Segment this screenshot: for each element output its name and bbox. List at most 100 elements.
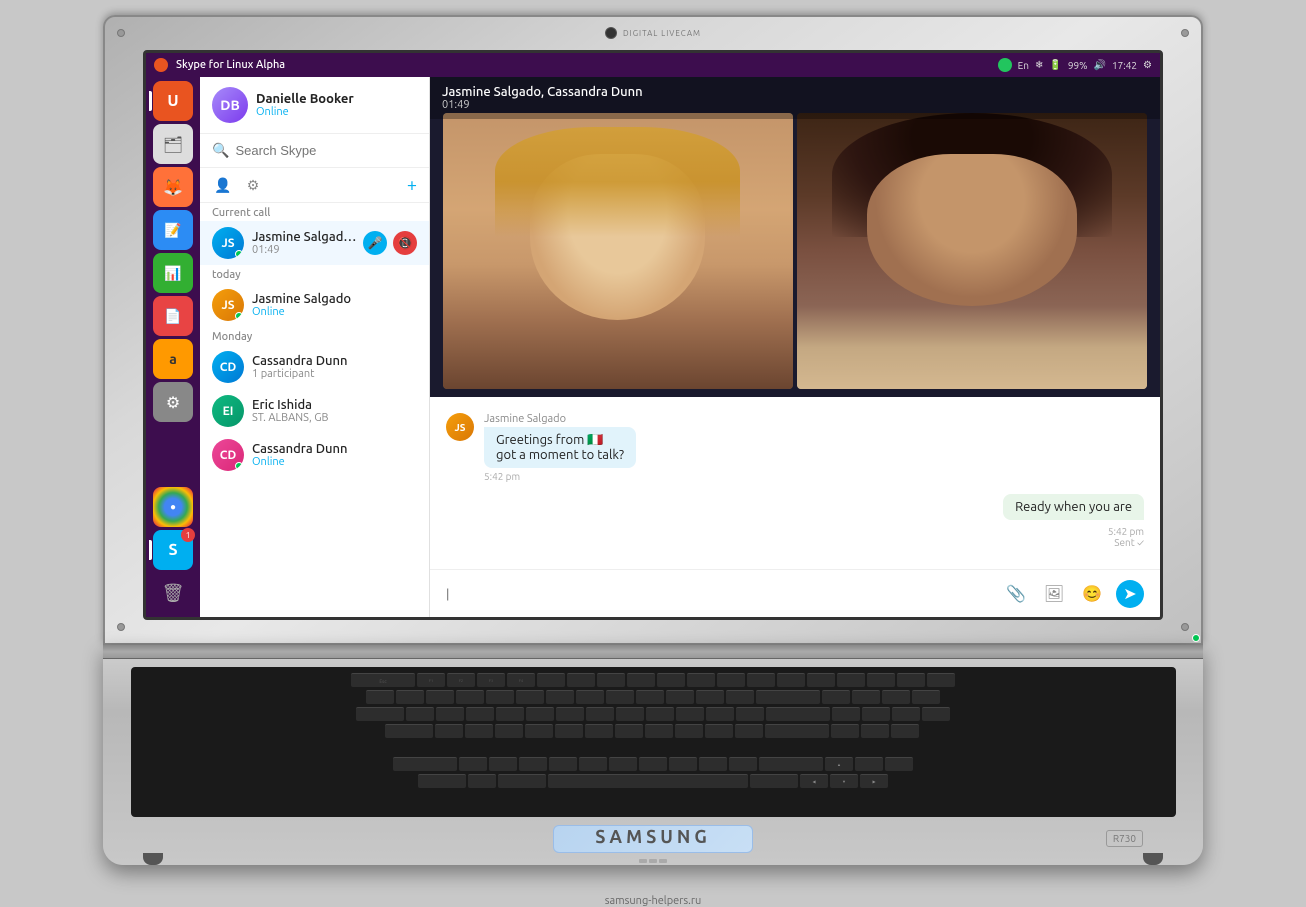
launcher-icon-text[interactable]: 📝 <box>153 210 193 250</box>
key-backspace[interactable] <box>756 690 820 704</box>
toolbar-settings-icon[interactable]: ⚙ <box>242 174 264 196</box>
contact-cassandra2[interactable]: CD Cassandra Dunn Online <box>200 433 429 477</box>
key-z[interactable] <box>459 757 487 771</box>
key-f9[interactable] <box>657 673 685 687</box>
key-num8[interactable] <box>852 690 880 704</box>
key-num4[interactable] <box>832 707 860 721</box>
key-f[interactable] <box>525 724 553 738</box>
key-f10[interactable] <box>687 673 715 687</box>
key-j[interactable] <box>615 724 643 738</box>
key-rbracket[interactable] <box>736 707 764 721</box>
key-n[interactable] <box>609 757 637 771</box>
key-num7[interactable] <box>822 690 850 704</box>
key-alt[interactable] <box>498 774 546 788</box>
search-input[interactable] <box>235 143 417 158</box>
key-9[interactable] <box>636 690 664 704</box>
launcher-icon-amazon[interactable]: a <box>153 339 193 379</box>
key-f4[interactable]: F4 <box>507 673 535 687</box>
launcher-icon-settings[interactable]: ⚙ <box>153 382 193 422</box>
key-x[interactable] <box>489 757 517 771</box>
key-g[interactable] <box>555 724 583 738</box>
key-5[interactable] <box>516 690 544 704</box>
key-f3[interactable]: F3 <box>477 673 505 687</box>
mute-button[interactable]: 🎤 <box>363 231 387 255</box>
key-e[interactable] <box>466 707 494 721</box>
key-h[interactable] <box>585 724 613 738</box>
key-p[interactable] <box>676 707 704 721</box>
key-f5[interactable] <box>537 673 565 687</box>
key-num9[interactable] <box>882 690 910 704</box>
key-home[interactable] <box>837 673 865 687</box>
key-numdot[interactable] <box>885 757 913 771</box>
launcher-icon-skype[interactable]: S 1 <box>153 530 193 570</box>
key-ctrl[interactable] <box>418 774 466 788</box>
key-2[interactable] <box>426 690 454 704</box>
key-3[interactable] <box>456 690 484 704</box>
key-period[interactable] <box>699 757 727 771</box>
key-rshift[interactable] <box>759 757 823 771</box>
add-contact-button[interactable]: + <box>407 175 417 195</box>
key-4[interactable] <box>486 690 514 704</box>
key-b[interactable] <box>579 757 607 771</box>
attach-icon[interactable]: 📎 <box>1002 580 1030 608</box>
key-u[interactable] <box>586 707 614 721</box>
key-num5[interactable] <box>862 707 890 721</box>
launcher-icon-sheet[interactable]: 📊 <box>153 253 193 293</box>
key-f7[interactable] <box>597 673 625 687</box>
launcher-trash[interactable]: 🗑 <box>153 573 193 613</box>
key-f1[interactable]: F1 <box>417 673 445 687</box>
key-f11[interactable] <box>717 673 745 687</box>
key-up[interactable]: ▲ <box>825 757 853 771</box>
key-right[interactable]: ▶ <box>860 774 888 788</box>
key-f12[interactable] <box>747 673 775 687</box>
key-ins[interactable] <box>807 673 835 687</box>
contact-cassandra-group[interactable]: CD Cassandra Dunn 1 participant <box>200 345 429 389</box>
key-o[interactable] <box>646 707 674 721</box>
key-equals[interactable] <box>726 690 754 704</box>
key-quote[interactable] <box>735 724 763 738</box>
key-tab[interactable] <box>356 707 404 721</box>
key-f2[interactable]: F2 <box>447 673 475 687</box>
key-minus[interactable] <box>696 690 724 704</box>
key-k[interactable] <box>645 724 673 738</box>
key-7[interactable] <box>576 690 604 704</box>
send-button[interactable]: ➤ <box>1116 580 1144 608</box>
key-m[interactable] <box>639 757 667 771</box>
key-0[interactable] <box>666 690 694 704</box>
current-call-item[interactable]: JS Jasmine Salgado, Ca... 01:49 🎤 📵 <box>200 221 429 265</box>
key-v[interactable] <box>549 757 577 771</box>
key-num1[interactable] <box>831 724 859 738</box>
key-w[interactable] <box>436 707 464 721</box>
key-t[interactable] <box>526 707 554 721</box>
key-c[interactable] <box>519 757 547 771</box>
key-d[interactable] <box>495 724 523 738</box>
contacts-icon[interactable]: 👤 <box>212 174 234 196</box>
key-num2[interactable] <box>861 724 889 738</box>
key-comma[interactable] <box>669 757 697 771</box>
key-y[interactable] <box>556 707 584 721</box>
key-r[interactable] <box>496 707 524 721</box>
launcher-icon-files[interactable]: 🗂 <box>153 124 193 164</box>
key-down[interactable]: ▼ <box>830 774 858 788</box>
launcher-icon-ubuntu[interactable]: U <box>153 81 193 121</box>
key-6[interactable] <box>546 690 574 704</box>
key-q[interactable] <box>406 707 434 721</box>
message-input[interactable] <box>446 586 990 601</box>
key-num3[interactable] <box>891 724 919 738</box>
key-end[interactable] <box>867 673 895 687</box>
key-left[interactable]: ◀ <box>800 774 828 788</box>
key-space[interactable] <box>548 774 748 788</box>
key-lshift[interactable] <box>393 757 457 771</box>
key-esc[interactable]: Esc <box>351 673 415 687</box>
key-fn[interactable] <box>468 774 496 788</box>
key-f8[interactable] <box>627 673 655 687</box>
key-i[interactable] <box>616 707 644 721</box>
key-a[interactable] <box>435 724 463 738</box>
key-enter[interactable] <box>766 707 830 721</box>
key-8[interactable] <box>606 690 634 704</box>
key-altgr[interactable] <box>750 774 798 788</box>
key-caps[interactable] <box>385 724 433 738</box>
end-call-button[interactable]: 📵 <box>393 231 417 255</box>
key-lbracket[interactable] <box>706 707 734 721</box>
key-f6[interactable] <box>567 673 595 687</box>
